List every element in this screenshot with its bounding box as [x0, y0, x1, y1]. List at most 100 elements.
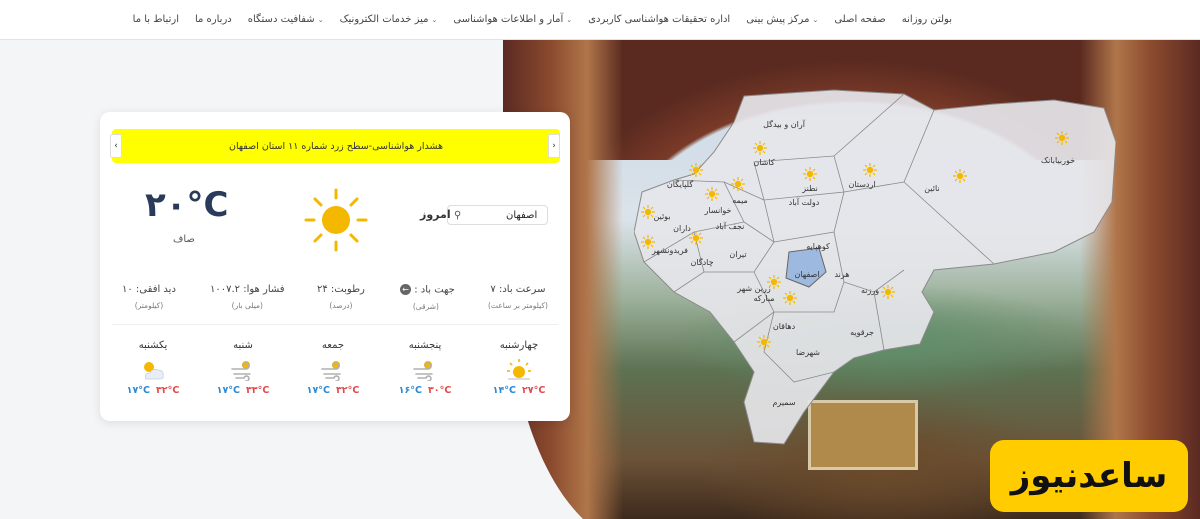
chevron-down-icon: ⌄ — [566, 15, 573, 24]
sun-icon — [953, 169, 967, 183]
map-city-label[interactable]: خوربیابانک — [1041, 156, 1075, 165]
visibility-unit: (کیلومتر) — [134, 301, 164, 310]
sun-icon — [705, 187, 719, 201]
search-icon[interactable]: ⚲ — [454, 210, 461, 221]
humidity-unit: (درصد) — [329, 301, 353, 310]
map-city-label[interactable]: ورزنه — [861, 286, 879, 295]
wind-direction-stat: جهت باد : ← (شرقی) — [397, 284, 455, 311]
forecast-min-temp: ۱۶°C — [398, 385, 422, 396]
logo-text: ساعدنیوز — [1010, 456, 1168, 496]
map-city-label[interactable]: چادگان — [690, 258, 713, 267]
forecast-day: شنبه ۱۷°C ۳۳°C — [208, 340, 278, 396]
wind-speed-label: سرعت باد: ۷ — [490, 284, 546, 295]
windy-icon — [231, 361, 251, 381]
sunny-icon — [507, 359, 531, 380]
province-outline — [634, 89, 1116, 445]
nav-item[interactable]: بولتن روزانه — [902, 14, 952, 25]
forecast-min-temp: ۱۷°C — [216, 385, 240, 396]
forecast-day: جمعه ۱۷°C ۳۲°C — [298, 340, 368, 396]
forecast-day-name: جمعه — [321, 340, 345, 351]
forecast-min-temp: ۱۷°C — [126, 385, 150, 396]
current-temperature: ۲۰°C — [145, 185, 229, 225]
alert-text: هشدار هواشناسی-سطح زرد شماره ۱۱ استان اص… — [229, 140, 443, 152]
province-map[interactable]: آران و بیدگل کاشان نطنز اردستان نائین خوربیاب… — [634, 82, 1116, 450]
sun-icon — [1055, 131, 1069, 145]
partly-cloudy-icon — [144, 362, 164, 380]
alert-next-button[interactable]: › — [548, 134, 560, 158]
alert-prev-button[interactable]: ‹ — [110, 134, 122, 158]
nav-item-label: آمار و اطلاعات هواشناسی — [453, 14, 564, 25]
forecast-day: پنجشنبه ۱۶°C ۳۰°C — [390, 340, 460, 396]
chevron-down-icon: ⌄ — [812, 15, 819, 24]
map-city-label[interactable]: اصفهان — [794, 270, 819, 279]
map-city-label[interactable]: هرند — [834, 270, 849, 279]
sun-icon — [731, 177, 745, 191]
nav-item[interactable]: ارتباط با ما — [133, 14, 179, 25]
forecast-day-name: پنجشنبه — [408, 340, 442, 351]
pressure-stat: فشار هوا: ۱۰۰۷.۲ (میلی بار) — [210, 284, 285, 310]
nav-item[interactable]: اداره تحقیقات هواشناسی کاربردی — [588, 14, 730, 25]
map-city-label[interactable]: دولت آباد — [789, 198, 820, 207]
nav-item[interactable]: صفحه اصلی — [834, 14, 885, 25]
chevron-right-icon: › — [552, 141, 556, 151]
forecast-day-name: یکشنبه — [138, 340, 168, 351]
chevron-down-icon: ⌄ — [431, 15, 438, 24]
forecast-max-temp: ۳۲°C — [336, 385, 360, 396]
windy-icon — [413, 361, 433, 381]
map-city-label[interactable]: شهرضا — [796, 348, 820, 357]
nav-item-label: بولتن روزانه — [901, 14, 952, 25]
map-city-label[interactable]: تیران — [729, 250, 746, 259]
windy-icon — [321, 361, 341, 381]
current-condition: صاف — [173, 234, 195, 245]
wind-direction-label: جهت باد : — [414, 284, 455, 296]
nav-item[interactable]: درباره ما — [195, 14, 232, 25]
nav-item[interactable]: میز خدمات الکترونیک ⌄ — [340, 14, 438, 25]
map-city-label[interactable]: خوانسار — [705, 206, 732, 215]
nav-item-label: اداره تحقیقات هواشناسی کاربردی — [588, 14, 731, 25]
nav-item-label: شفافیت دستگاه — [247, 14, 315, 25]
nav-item[interactable]: آمار و اطلاعات هواشناسی ⌄ — [453, 14, 572, 25]
nav-item-label: درباره ما — [194, 14, 232, 25]
sun-icon — [863, 163, 877, 177]
city-search-field[interactable] — [467, 209, 538, 221]
sun-icon — [803, 167, 817, 181]
map-city-label[interactable]: دهاقان — [773, 322, 795, 331]
forecast-day: یکشنبه ۱۷°C ۳۲°C — [118, 340, 188, 396]
top-navigation: بولتن روزانه صفحه اصلی مرکز پیش بینی ⌄ اداره… — [0, 0, 1200, 40]
map-city-label[interactable]: زرین شهر — [737, 284, 770, 293]
map-city-label[interactable]: نائین — [924, 184, 939, 193]
map-city-label[interactable]: کوهپایه — [806, 242, 830, 251]
forecast-max-temp: ۳۰°C — [428, 385, 452, 396]
map-city-label[interactable]: مبارکه — [753, 294, 774, 303]
map-city-label[interactable]: نطنز — [802, 184, 818, 193]
forecast-max-temp: ۲۷°C — [522, 385, 546, 396]
chevron-down-icon: ⌄ — [317, 15, 324, 24]
sun-icon — [783, 291, 797, 305]
map-city-label[interactable]: فریدونشهر — [652, 246, 688, 255]
forecast-day: چهارشنبه ۱۴°C ۲۷°C — [484, 340, 554, 396]
nav-item[interactable]: مرکز پیش بینی ⌄ — [746, 14, 818, 25]
city-search-input[interactable]: ⚲ — [447, 205, 548, 225]
humidity-stat: رطوبت: ۲۴ (درصد) — [317, 284, 365, 310]
map-city-label[interactable]: جرقویه — [850, 328, 874, 337]
map-city-label[interactable]: آران و بیدگل — [763, 120, 805, 129]
saednews-logo[interactable]: ساعدنیوز — [990, 440, 1188, 512]
forecast-min-temp: ۱۷°C — [306, 385, 330, 396]
nav-item-label: مرکز پیش بینی — [746, 14, 810, 25]
weather-card: هشدار هواشناسی-سطح زرد شماره ۱۱ استان اص… — [100, 112, 570, 421]
forecast-max-temp: ۳۳°C — [246, 385, 270, 396]
wind-direction-unit: (شرقی) — [412, 301, 439, 311]
forecast-max-temp: ۳۲°C — [156, 385, 180, 396]
map-city-label[interactable]: نجف آباد — [716, 222, 745, 231]
nav-item[interactable]: شفافیت دستگاه ⌄ — [248, 14, 324, 25]
map-city-label[interactable]: کاشان — [753, 158, 774, 167]
map-city-label[interactable]: سمیرم — [772, 398, 795, 407]
nav-item-label: میز خدمات الکترونیک — [339, 14, 429, 25]
wind-direction-icon: ← — [400, 284, 411, 295]
map-city-label[interactable]: گلپایگان — [667, 180, 693, 189]
weather-alert-banner[interactable]: هشدار هواشناسی-سطح زرد شماره ۱۱ استان اص… — [112, 129, 560, 163]
map-city-label[interactable]: اردستان — [848, 180, 875, 189]
map-city-label[interactable]: بوئین — [653, 212, 670, 221]
map-city-label[interactable]: میمه — [732, 196, 748, 205]
map-city-label[interactable]: داران — [673, 224, 691, 233]
